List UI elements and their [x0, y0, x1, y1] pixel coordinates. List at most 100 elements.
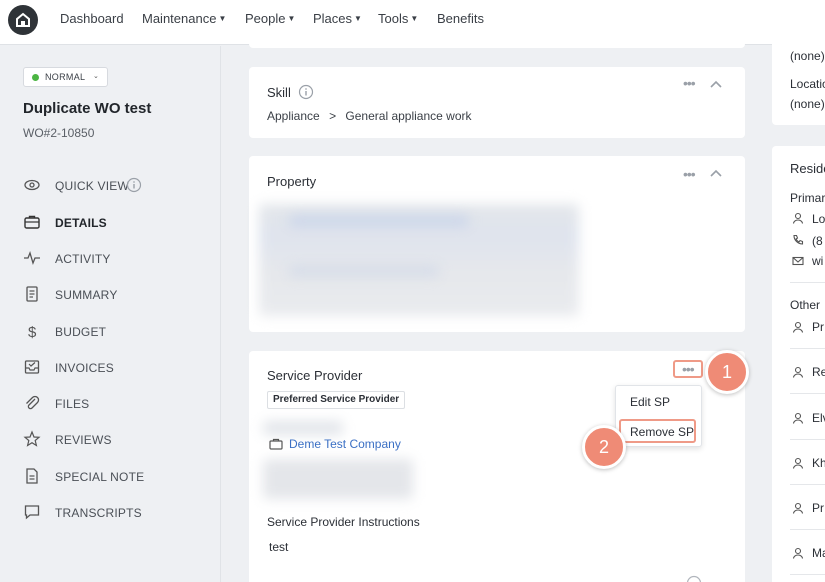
preferred-provider-badge: Preferred Service Provider	[267, 391, 406, 409]
home-logo-icon[interactable]	[8, 5, 38, 35]
caret-down-icon: ▼	[354, 14, 362, 23]
instructions-title: Service Provider Instructions	[267, 515, 420, 529]
skill-subcategory: General appliance work	[345, 109, 472, 123]
sidebar-item-label: ACTIVITY	[55, 252, 111, 266]
callout-step-1: 1	[705, 350, 749, 394]
note-icon	[26, 468, 38, 484]
caret-down-icon: ▼	[287, 14, 296, 23]
sidebar-item-label: FILES	[55, 397, 90, 411]
sidebar-item-label: QUICK VIEW	[55, 179, 130, 193]
other-label: Other	[790, 298, 821, 312]
provider-contact-redacted	[263, 459, 413, 499]
location-label: Locatio	[790, 77, 825, 91]
eye-icon	[24, 179, 40, 191]
work-order-title: Duplicate WO test	[23, 100, 152, 117]
sidebar-item-activity[interactable]: ACTIVITY	[23, 249, 213, 269]
other-contact-link[interactable]: Pr	[812, 320, 824, 334]
divider	[790, 282, 825, 283]
edit-sp-menu-item[interactable]: Edit SP	[630, 395, 670, 409]
nav-people[interactable]: People ▼	[245, 11, 295, 26]
skill-title: Skill	[267, 85, 291, 100]
status-label: NORMAL	[45, 72, 86, 82]
other-contact-link[interactable]: Kh	[812, 456, 825, 470]
sidebar-item-quick-view[interactable]: QUICK VIEW	[23, 176, 213, 196]
primary-name-link[interactable]: Lo	[812, 212, 825, 226]
person-icon	[792, 547, 804, 559]
location-value: (none)	[790, 97, 825, 111]
status-dropdown[interactable]: NORMAL ⌄	[23, 67, 108, 87]
location-card: (none) Locatio (none)	[772, 30, 825, 125]
more-options-icon[interactable]: •••	[683, 75, 696, 91]
dollar-icon: $	[28, 324, 37, 340]
company-link[interactable]: Deme Test Company	[289, 437, 401, 451]
paperclip-icon	[26, 395, 40, 410]
sidebar-item-details[interactable]: DETAILS	[23, 213, 213, 233]
property-redacted-line	[289, 266, 439, 276]
more-options-icon[interactable]: •••	[683, 166, 696, 182]
divider	[790, 574, 825, 575]
sidebar-item-files[interactable]: FILES	[23, 394, 213, 414]
skill-card: Skill Appliance > General appliance work…	[249, 67, 745, 138]
person-icon	[792, 321, 804, 333]
person-icon	[792, 412, 804, 424]
chat-icon	[24, 505, 40, 520]
divider	[790, 393, 825, 394]
property-redacted-line	[289, 216, 469, 226]
chevron-up-icon[interactable]	[709, 79, 723, 89]
divider	[790, 529, 825, 530]
inbox-icon	[24, 360, 40, 374]
sidebar-item-label: SPECIAL NOTE	[55, 470, 145, 484]
sidebar-item-label: DETAILS	[55, 216, 107, 230]
top-partial-card	[249, 30, 745, 48]
divider	[790, 439, 825, 440]
primary-label: Primar	[790, 191, 825, 205]
nav-benefits[interactable]: Benefits	[437, 11, 484, 26]
other-contact-link[interactable]: Re	[812, 365, 825, 379]
nav-dashboard[interactable]: Dashboard	[60, 11, 124, 26]
instructions-text: test	[269, 540, 289, 554]
service-provider-title: Service Provider	[267, 368, 363, 383]
pulse-icon	[24, 251, 40, 265]
caret-down-icon: ▼	[218, 14, 227, 23]
person-icon	[792, 502, 804, 514]
nav-places[interactable]: Places ▼	[313, 11, 362, 26]
sidebar-item-transcripts[interactable]: TRANSCRIPTS	[23, 503, 213, 523]
divider	[790, 348, 825, 349]
sidebar-item-summary[interactable]: SUMMARY	[23, 285, 213, 305]
skill-category: Appliance	[267, 109, 320, 123]
provider-redacted-line	[263, 421, 343, 435]
nav-maintenance[interactable]: Maintenance ▼	[142, 11, 226, 26]
highlight-remove-sp	[619, 419, 696, 443]
sidebar-item-label: BUDGET	[55, 325, 107, 339]
status-dot-icon	[32, 74, 39, 81]
resident-card: Reside Primar Lo (8 wi Other Pr Re Elv K…	[772, 146, 825, 582]
other-contact-link[interactable]: Elv	[812, 411, 825, 425]
sidebar-item-special-note[interactable]: SPECIAL NOTE	[23, 467, 213, 487]
sidebar-item-invoices[interactable]: INVOICES	[23, 358, 213, 378]
info-icon[interactable]	[126, 177, 142, 193]
other-contact-link[interactable]: Pr	[812, 501, 824, 515]
sidebar-item-label: INVOICES	[55, 361, 114, 375]
sidebar-item-budget[interactable]: $ BUDGET	[23, 322, 213, 342]
person-icon	[792, 212, 804, 224]
sidebar-item-reviews[interactable]: REVIEWS	[23, 430, 213, 450]
primary-phone: (8	[812, 234, 823, 248]
work-order-number: WO#2-10850	[23, 126, 95, 140]
property-card: Property •••	[249, 156, 745, 332]
info-icon	[686, 575, 702, 582]
star-icon	[23, 430, 41, 447]
divider	[790, 484, 825, 485]
nav-tools[interactable]: Tools ▼	[378, 11, 418, 26]
other-contact-link[interactable]: Ma	[812, 546, 825, 560]
caret-down-icon: ▼	[410, 14, 419, 23]
briefcase-icon	[24, 215, 40, 229]
document-icon	[26, 286, 38, 302]
sidebar-item-label: TRANSCRIPTS	[55, 506, 142, 520]
skill-path: Appliance > General appliance work	[267, 109, 472, 123]
chevron-up-icon[interactable]	[709, 168, 723, 178]
info-icon[interactable]	[298, 84, 314, 100]
svg-text:$: $	[28, 324, 37, 340]
briefcase-icon	[269, 438, 283, 450]
person-icon	[792, 366, 804, 378]
none-value: (none)	[790, 49, 825, 63]
